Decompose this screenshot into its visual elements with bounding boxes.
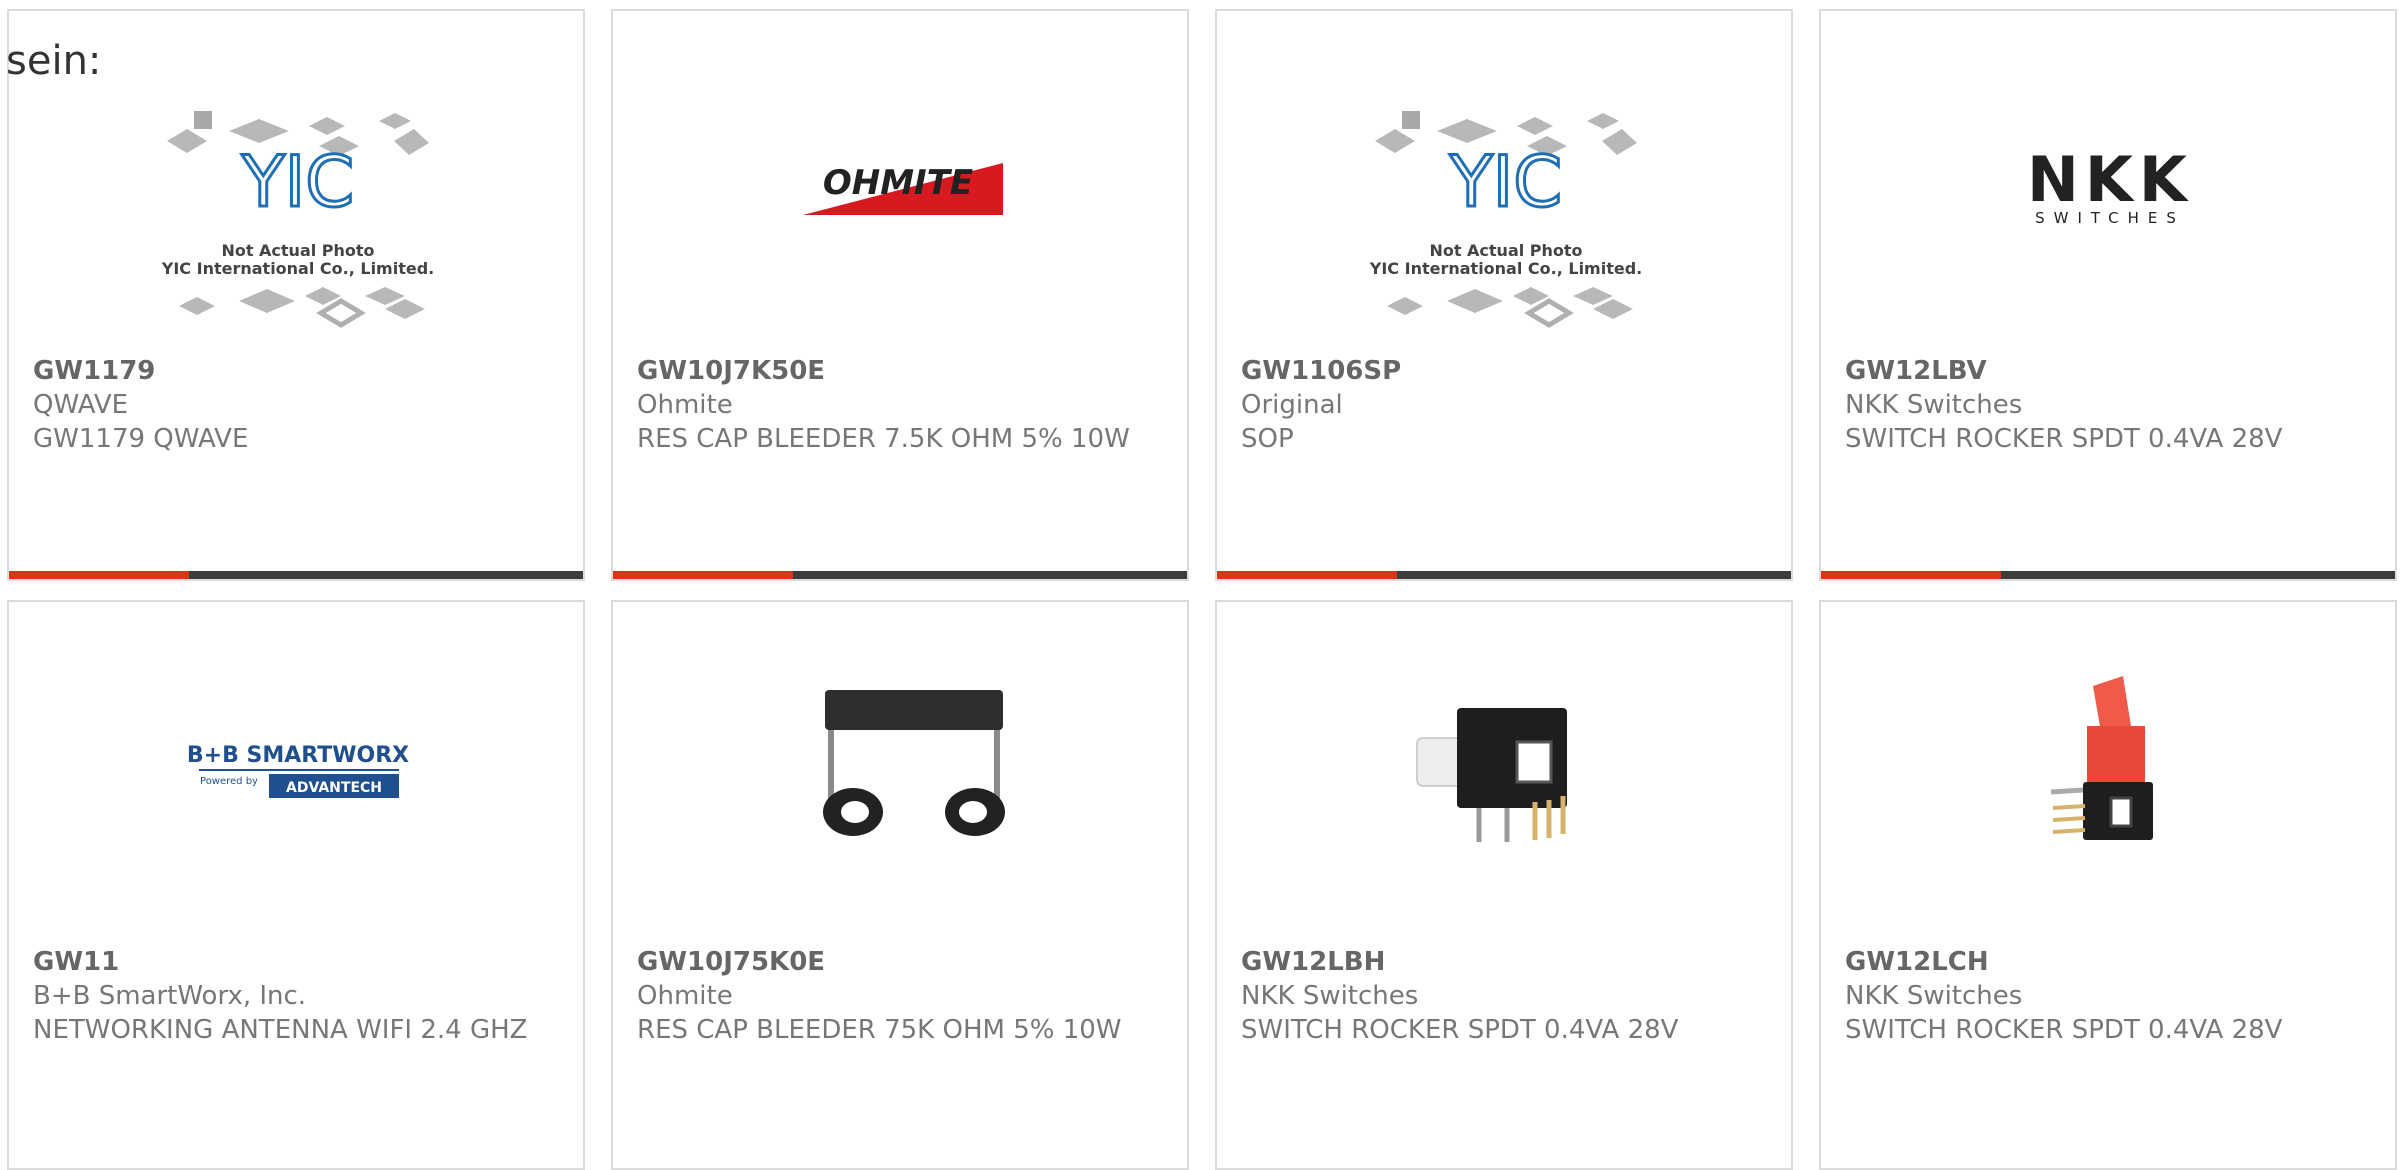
product-info: GW12LCH NKK Switches SWITCH ROCKER SPDT …	[1845, 945, 2371, 1047]
manufacturer-name: Original	[1241, 390, 1343, 420]
product-card[interactable]: GW12LCH NKK Switches SWITCH ROCKER SPDT …	[1819, 600, 2397, 1170]
product-image[interactable]	[1821, 662, 2395, 932]
product-image[interactable]: OHMITE	[613, 91, 1187, 361]
card-accent-bar	[1821, 571, 2395, 579]
product-image[interactable]: NKK SWITCHES	[1821, 91, 2395, 361]
part-number-link[interactable]: GW10J7K50E	[637, 354, 1163, 388]
part-number-link[interactable]: GW10J75K0E	[637, 945, 1163, 979]
product-card[interactable]: GW10J75K0E Ohmite RES CAP BLEEDER 75K OH…	[611, 600, 1189, 1170]
intro-text: sein:	[6, 38, 102, 84]
product-info: GW10J7K50E Ohmite RES CAP BLEEDER 7.5K O…	[637, 354, 1163, 456]
yic-logo: YIC	[241, 141, 354, 223]
product-info: GW12LBH NKK Switches SWITCH ROCKER SPDT …	[1241, 945, 1767, 1047]
manufacturer-name: Ohmite	[637, 390, 733, 420]
part-number-link[interactable]: GW1106SP	[1241, 354, 1767, 388]
nkk-logo-sub: SWITCHES	[2035, 209, 2185, 227]
card-accent-bar	[1217, 571, 1791, 579]
powered-by-text: Powered by	[200, 776, 258, 787]
image-caption-line1: Not Actual Photo	[221, 241, 374, 260]
product-description: SWITCH ROCKER SPDT 0.4VA 28V	[1241, 1015, 1679, 1045]
product-card[interactable]: YIC Not Actual Photo YIC International C…	[1215, 9, 1793, 581]
card-accent-bar	[9, 571, 583, 579]
product-info: GW1106SP Original SOP	[1241, 354, 1767, 456]
product-description: RES CAP BLEEDER 7.5K OHM 5% 10W	[637, 424, 1130, 454]
product-card[interactable]: YIC Not Actual Photo YIC International C…	[7, 9, 585, 581]
product-info: GW10J75K0E Ohmite RES CAP BLEEDER 75K OH…	[637, 945, 1163, 1047]
part-number-link[interactable]: GW11	[33, 945, 559, 979]
manufacturer-name: NKK Switches	[1845, 981, 2023, 1011]
part-number-link[interactable]: GW12LCH	[1845, 945, 2371, 979]
product-image[interactable]	[613, 662, 1187, 932]
manufacturer-name: B+B SmartWorx, Inc.	[33, 981, 307, 1011]
product-image[interactable]	[1217, 662, 1791, 932]
product-image[interactable]: YIC Not Actual Photo YIC International C…	[1217, 91, 1791, 361]
manufacturer-name: NKK Switches	[1845, 390, 2023, 420]
bb-smartworx-logo: B+B SMARTWORX	[187, 743, 409, 768]
product-description: SOP	[1241, 424, 1294, 454]
product-description: NETWORKING ANTENNA WIFI 2.4 GHZ	[33, 1015, 528, 1045]
product-image[interactable]: YIC Not Actual Photo YIC International C…	[9, 91, 583, 361]
manufacturer-name: QWAVE	[33, 390, 129, 420]
part-number-link[interactable]: GW12LBV	[1845, 354, 2371, 388]
product-card[interactable]: OHMITE GW10J7K50E Ohmite RES CAP BLEEDER…	[611, 9, 1189, 581]
image-caption-line1: Not Actual Photo	[1429, 241, 1582, 260]
product-description: RES CAP BLEEDER 75K OHM 5% 10W	[637, 1015, 1122, 1045]
card-accent-bar	[613, 571, 1187, 579]
product-image[interactable]: B+B SMARTWORX Powered by ADVANTECH	[9, 662, 583, 932]
product-card[interactable]: GW12LBH NKK Switches SWITCH ROCKER SPDT …	[1215, 600, 1793, 1170]
product-card[interactable]: NKK SWITCHES GW12LBV NKK Switches SWITCH…	[1819, 9, 2397, 581]
product-description: SWITCH ROCKER SPDT 0.4VA 28V	[1845, 1015, 2283, 1045]
product-card[interactable]: B+B SMARTWORX Powered by ADVANTECH GW11 …	[7, 600, 585, 1170]
product-description: SWITCH ROCKER SPDT 0.4VA 28V	[1845, 424, 2283, 454]
image-caption-line2: YIC International Co., Limited.	[161, 259, 434, 278]
yic-logo: YIC	[1449, 141, 1562, 223]
product-info: GW11 B+B SmartWorx, Inc. NETWORKING ANTE…	[33, 945, 559, 1047]
product-info: GW12LBV NKK Switches SWITCH ROCKER SPDT …	[1845, 354, 2371, 456]
part-number-link[interactable]: GW1179	[33, 354, 559, 388]
ohmite-logo: OHMITE	[823, 163, 973, 203]
nkk-logo: NKK	[2027, 143, 2193, 216]
product-description: GW1179 QWAVE	[33, 424, 249, 454]
advantech-logo: ADVANTECH	[286, 780, 382, 796]
product-info: GW1179 QWAVE GW1179 QWAVE	[33, 354, 559, 456]
manufacturer-name: Ohmite	[637, 981, 733, 1011]
part-number-link[interactable]: GW12LBH	[1241, 945, 1767, 979]
image-caption-line2: YIC International Co., Limited.	[1369, 259, 1642, 278]
manufacturer-name: NKK Switches	[1241, 981, 1419, 1011]
